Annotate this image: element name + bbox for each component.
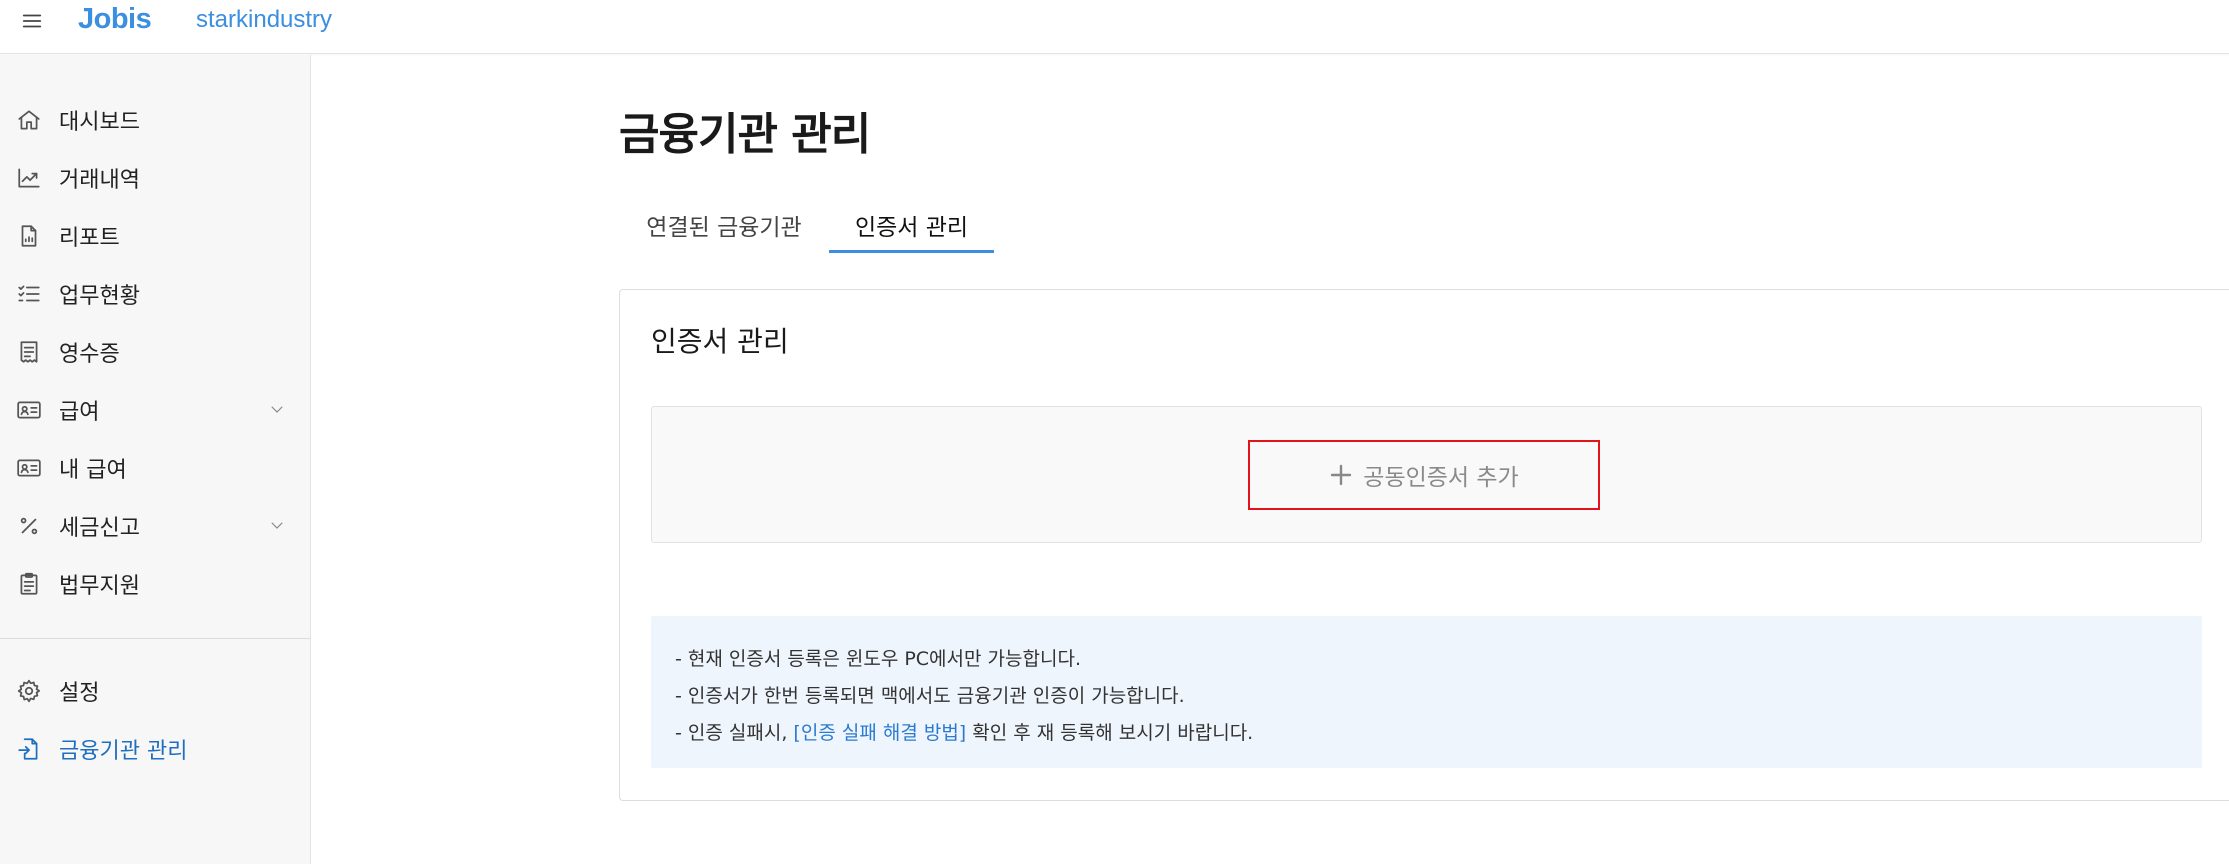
page-title: 금융기관 관리	[619, 109, 871, 160]
sidebar: 대시보드 거래내역 리포트 업무현황 영수증 급여 내 급여 세금신고 법무지원…	[0, 55, 311, 864]
checklist-icon	[14, 279, 44, 309]
tab-connected-institutions[interactable]: 연결된 금융기관	[619, 196, 829, 254]
top-bar: Jobis starkindustry	[0, 0, 2229, 54]
sidebar-item-legal-support[interactable]: 법무지원	[0, 560, 310, 608]
notice-line: - 인증서가 한번 등록되면 맥에서도 금융기관 인증이 가능합니다.	[675, 685, 1185, 707]
home-icon	[14, 105, 44, 135]
menu-icon[interactable]	[14, 6, 50, 36]
sidebar-item-label: 거래내역	[59, 168, 140, 193]
plus-icon	[1329, 463, 1353, 487]
id-card-icon	[14, 395, 44, 425]
sidebar-item-label: 설정	[59, 681, 100, 706]
sidebar-item-label: 리포트	[59, 226, 120, 251]
file-import-icon	[14, 734, 44, 764]
sidebar-item-label: 내 급여	[59, 458, 127, 483]
gear-icon	[14, 676, 44, 706]
sidebar-item-transactions[interactable]: 거래내역	[0, 154, 310, 202]
sidebar-item-label: 영수증	[59, 342, 120, 367]
percent-icon	[14, 511, 44, 541]
sidebar-item-dashboard[interactable]: 대시보드	[0, 96, 310, 144]
sidebar-item-label: 금융기관 관리	[59, 739, 188, 764]
sidebar-item-my-payroll[interactable]: 내 급여	[0, 444, 310, 492]
sidebar-item-label: 업무현황	[59, 284, 140, 309]
sidebar-item-label: 급여	[59, 400, 100, 425]
sidebar-item-label: 대시보드	[59, 110, 140, 135]
add-certificate-label: 공동인증서 추가	[1363, 465, 1519, 491]
add-certificate-button[interactable]: 공동인증서 추가	[1248, 440, 1600, 510]
sidebar-item-report[interactable]: 리포트	[0, 212, 310, 260]
notice-line: - 현재 인증서 등록은 윈도우 PC에서만 가능합니다.	[675, 648, 1081, 670]
notice-text: - 인증 실패시,	[675, 722, 794, 744]
company-name[interactable]: starkindustry	[196, 6, 332, 34]
notice-line: - 인증 실패시, [인증 실패 해결 방법] 확인 후 재 등록해 보시기 바…	[675, 718, 1253, 745]
tab-bar: 연결된 금융기관 인증서 관리	[619, 196, 1119, 254]
chevron-down-icon[interactable]	[268, 516, 288, 536]
auth-failure-help-link[interactable]: [인증 실패 해결 방법]	[793, 722, 966, 744]
chevron-down-icon[interactable]	[268, 400, 288, 420]
app-logo[interactable]: Jobis	[78, 3, 152, 36]
sidebar-item-label: 세금신고	[59, 516, 140, 541]
id-card-icon	[14, 453, 44, 483]
notice-box: - 현재 인증서 등록은 윈도우 PC에서만 가능합니다. - 인증서가 한번 …	[651, 616, 2202, 768]
tab-certificate-management[interactable]: 인증서 관리	[829, 196, 994, 254]
sidebar-item-work-status[interactable]: 업무현황	[0, 270, 310, 318]
sidebar-item-payroll[interactable]: 급여	[0, 386, 310, 434]
certificate-card: 인증서 관리 공동인증서 추가 - 현재 인증서 등록은 윈도우 PC에서만 가…	[619, 289, 2229, 801]
sidebar-item-receipt[interactable]: 영수증	[0, 328, 310, 376]
receipt-icon	[14, 337, 44, 367]
certificate-list-area: 공동인증서 추가	[651, 406, 2202, 543]
sidebar-divider	[0, 638, 310, 639]
sidebar-item-label: 법무지원	[59, 574, 140, 599]
trend-chart-icon	[14, 163, 44, 193]
sidebar-item-financial-institutions[interactable]: 금융기관 관리	[0, 725, 310, 773]
notice-text: 확인 후 재 등록해 보시기 바랍니다.	[966, 722, 1254, 744]
sidebar-item-tax-filing[interactable]: 세금신고	[0, 502, 310, 550]
sidebar-item-settings[interactable]: 설정	[0, 667, 310, 715]
active-tab-indicator	[829, 250, 994, 253]
card-title: 인증서 관리	[651, 325, 789, 358]
report-document-icon	[14, 221, 44, 251]
clipboard-icon	[14, 569, 44, 599]
